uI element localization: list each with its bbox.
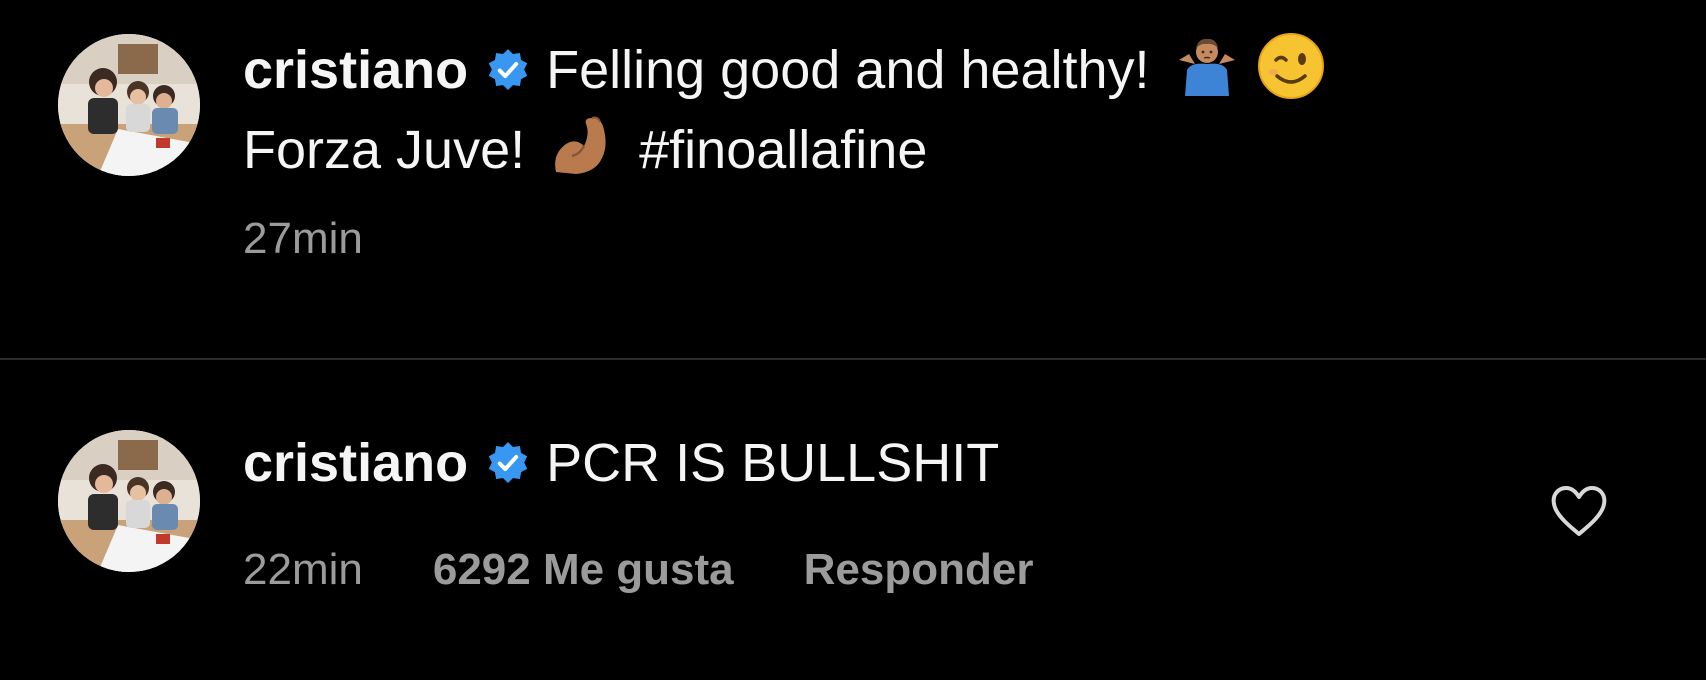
caption-text-part2: Forza Juve! [243, 120, 526, 180]
verified-badge-icon [486, 441, 530, 485]
winking-face-emoji [1255, 30, 1327, 102]
avatar[interactable] [58, 34, 200, 176]
avatar-photo [58, 34, 200, 176]
reply-button[interactable]: Responder [804, 545, 1034, 594]
username[interactable]: cristiano [243, 433, 468, 493]
avatar-photo [58, 430, 200, 572]
heart-outline-icon[interactable] [1550, 484, 1608, 538]
divider [0, 358, 1706, 360]
comment-text: cristiano PCR IS BULLSHIT [243, 423, 1543, 503]
comment-time[interactable]: 22min [243, 545, 363, 594]
verified-badge-icon [486, 48, 530, 92]
person-shrugging-emoji [1171, 30, 1243, 102]
comment-meta: 22min 6292 Me gusta Responder [243, 545, 1103, 595]
avatar[interactable] [58, 430, 200, 572]
comment-body: PCR IS BULLSHIT [546, 433, 1000, 493]
flexed-biceps-emoji [546, 110, 618, 182]
comment-time[interactable]: 27min [243, 214, 363, 263]
caption-text: cristiano Felling good and healthy! Forza… [243, 30, 1543, 190]
username[interactable]: cristiano [243, 40, 468, 100]
comment-meta: 27min [243, 214, 433, 264]
likes-count-link[interactable]: 6292 Me gusta [433, 545, 734, 594]
caption-text-part1: Felling good and healthy! [546, 40, 1150, 100]
hashtag-link[interactable]: #finoallafine [639, 120, 927, 180]
